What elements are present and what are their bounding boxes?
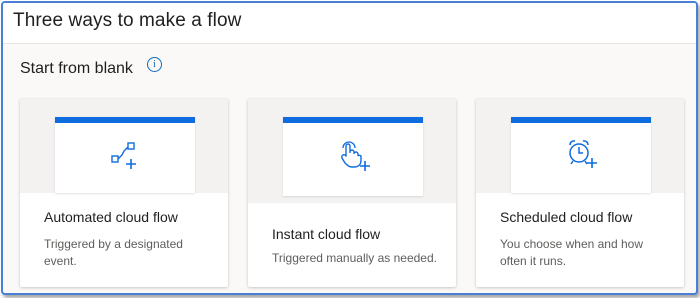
card-preview	[55, 117, 195, 193]
card-preview	[283, 117, 423, 196]
card-preview-area	[476, 99, 684, 193]
card-title: Instant cloud flow	[272, 226, 381, 242]
card-description: Triggered manually as needed.	[272, 251, 437, 265]
card-preview	[511, 117, 651, 193]
info-icon[interactable]: i	[147, 57, 162, 72]
preview-accent-bar	[511, 117, 651, 123]
card-description: Triggered by a designated event.	[44, 237, 183, 268]
card-preview-area	[248, 99, 456, 203]
panel-header: Three ways to make a flow	[3, 3, 696, 44]
card-title: Scheduled cloud flow	[500, 209, 633, 225]
instant-cloud-flow-card[interactable]: Instant cloud flow Triggered manually as…	[248, 99, 456, 287]
preview-accent-bar	[283, 117, 423, 123]
card-description: You choose when and how often it runs.	[500, 237, 644, 268]
preview-accent-bar	[55, 117, 195, 123]
automated-cloud-flow-card[interactable]: Automated cloud flow Triggered by a desi…	[20, 99, 228, 287]
card-preview-area	[20, 99, 228, 193]
automated-flow-icon	[111, 142, 136, 169]
scheduled-cloud-flow-card[interactable]: Scheduled cloud flow You choose when and…	[476, 99, 684, 287]
alarm-clock-icon	[569, 140, 597, 168]
tap-hand-icon	[341, 141, 370, 171]
page-title: Three ways to make a flow	[13, 10, 242, 31]
flow-creation-panel: Three ways to make a flow Start from bla…	[1, 1, 698, 295]
card-title: Automated cloud flow	[44, 209, 178, 225]
section-title: Start from blank	[20, 60, 133, 77]
